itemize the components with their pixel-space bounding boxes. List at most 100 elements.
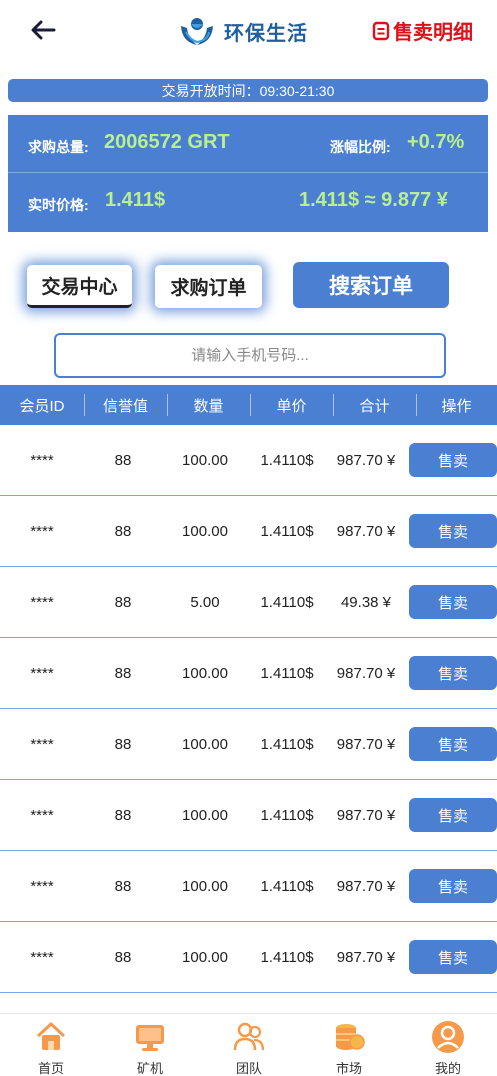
cell-credit: 88: [114, 452, 132, 469]
sell-button[interactable]: 售卖: [409, 798, 497, 832]
cell-total: 987.70 ¥: [336, 523, 396, 540]
cell-unit-price: 1.4110$: [260, 452, 314, 469]
column-header-credit: 信誉值: [102, 397, 148, 415]
back-button[interactable]: [28, 16, 58, 44]
nav-item-profile[interactable]: 我的: [408, 1014, 488, 1076]
table-row: **** 88 100.00 1.4110$ 987.70 ¥ 售卖: [0, 851, 497, 922]
cell-total: 987.70 ¥: [336, 878, 396, 895]
arrow-left-icon: [31, 20, 56, 40]
total-demand-label: 求购总量:: [28, 139, 89, 155]
nav-item-team[interactable]: 团队: [209, 1014, 289, 1076]
app-title: 环保生活: [224, 22, 308, 45]
table-row: **** 88 100.00 1.4110$ 987.70 ¥ 售卖: [0, 922, 497, 993]
price-conversion-value: 1.411$ ≈ 9.877 ¥: [299, 189, 448, 211]
sell-button[interactable]: 售卖: [409, 443, 497, 477]
nav-label-market: 市场: [335, 1061, 362, 1076]
orders-table-header: 会员ID 信誉值 数量 单价 合计 操作: [0, 385, 497, 425]
realtime-price-label: 实时价格:: [28, 197, 89, 213]
trading-hours-banner: 交易开放时间：09:30-21:30: [8, 79, 488, 102]
cell-credit: 88: [114, 594, 132, 611]
cell-credit: 88: [114, 736, 132, 753]
cell-quantity: 100.00: [182, 736, 228, 753]
market-stats-panel: 求购总量: 2006572 GRT 涨幅比例: +0.7% 实时价格: 1.41…: [8, 115, 488, 232]
cell-member-id: ****: [30, 949, 54, 966]
nav-label-home: 首页: [37, 1061, 64, 1076]
stats-divider: [8, 172, 488, 173]
cell-total: 987.70 ¥: [336, 665, 396, 682]
column-header-action: 操作: [441, 397, 472, 415]
cell-credit: 88: [114, 878, 132, 895]
bottom-nav: 首页 矿机 团队 市场 我的: [0, 1013, 497, 1076]
nav-label-miner: 矿机: [136, 1061, 163, 1076]
cell-unit-price: 1.4110$: [260, 807, 314, 824]
cell-quantity: 100.00: [182, 878, 228, 895]
sell-button[interactable]: 售卖: [409, 656, 497, 690]
cell-credit: 88: [114, 523, 132, 540]
table-row: **** 88 100.00 1.4110$ 987.70 ¥ 售卖: [0, 709, 497, 780]
cell-credit: 88: [114, 949, 132, 966]
home-icon: [36, 1022, 66, 1050]
table-row: **** 88 100.00 1.4110$ 987.70 ¥ 售卖: [0, 496, 497, 567]
cell-member-id: ****: [30, 878, 54, 895]
column-header-unit-price: 单价: [276, 397, 307, 415]
sell-button[interactable]: 售卖: [409, 585, 497, 619]
tab-trade-center[interactable]: 交易中心: [27, 265, 132, 308]
cell-total: 987.70 ¥: [336, 736, 396, 753]
table-row: **** 88 100.00 1.4110$ 987.70 ¥ 售卖: [0, 638, 497, 709]
table-row: **** 88 100.00 1.4110$ 987.70 ¥ 售卖: [0, 425, 497, 496]
cell-member-id: ****: [30, 736, 54, 753]
cell-member-id: ****: [30, 594, 54, 611]
coins-icon: [336, 1024, 365, 1050]
sell-button[interactable]: 售卖: [409, 727, 497, 761]
change-ratio-value: +0.7%: [407, 131, 465, 153]
table-row: **** 88 5.00 1.4110$ 49.38 ¥ 售卖: [0, 567, 497, 638]
document-icon: [372, 21, 390, 40]
tab-buy-orders[interactable]: 求购订单: [155, 265, 262, 308]
cell-total: 987.70 ¥: [336, 452, 396, 469]
nav-item-market[interactable]: 市场: [309, 1014, 389, 1076]
cell-member-id: ****: [30, 452, 54, 469]
cell-member-id: ****: [30, 665, 54, 682]
cell-unit-price: 1.4110$: [260, 949, 314, 966]
sell-button[interactable]: 售卖: [409, 940, 497, 974]
cell-unit-price: 1.4110$: [260, 523, 314, 540]
sales-detail-label: 售卖明细: [393, 22, 473, 44]
cell-total: 49.38 ¥: [340, 594, 392, 611]
cell-member-id: ****: [30, 807, 54, 824]
cell-credit: 88: [114, 665, 132, 682]
nav-item-miner[interactable]: 矿机: [110, 1014, 190, 1076]
total-demand-value: 2006572 GRT: [104, 131, 230, 153]
cell-credit: 88: [114, 807, 132, 824]
monitor-icon: [136, 1025, 164, 1051]
cell-quantity: 100.00: [182, 807, 228, 824]
cell-total: 987.70 ¥: [336, 949, 396, 966]
cell-unit-price: 1.4110$: [260, 878, 314, 895]
column-header-member-id: 会员ID: [19, 397, 65, 415]
cell-quantity: 100.00: [182, 523, 228, 540]
search-orders-button[interactable]: 搜索订单: [293, 262, 449, 308]
sales-detail-link[interactable]: 售卖明细: [372, 16, 473, 45]
table-row: **** 88 100.00 1.4110$ 987.70 ¥ 售卖: [0, 780, 497, 851]
profile-icon: [432, 1021, 464, 1053]
phone-search-input[interactable]: [54, 333, 446, 378]
sell-button[interactable]: 售卖: [409, 869, 497, 903]
column-header-total: 合计: [359, 397, 390, 415]
change-ratio-label: 涨幅比例:: [330, 139, 391, 155]
app-header: 环保生活 售卖明细: [0, 0, 497, 62]
team-icon: [233, 1022, 265, 1051]
nav-label-profile: 我的: [434, 1061, 461, 1076]
cell-quantity: 100.00: [182, 452, 228, 469]
cell-quantity: 5.00: [190, 594, 220, 611]
cell-unit-price: 1.4110$: [260, 594, 314, 611]
cell-unit-price: 1.4110$: [260, 665, 314, 682]
sell-button[interactable]: 售卖: [409, 514, 497, 548]
cell-total: 987.70 ¥: [336, 807, 396, 824]
brand: 环保生活: [178, 14, 308, 48]
nav-label-team: 团队: [235, 1061, 262, 1076]
realtime-price-value: 1.411$: [105, 189, 166, 211]
cell-unit-price: 1.4110$: [260, 736, 314, 753]
column-header-quantity: 数量: [193, 397, 224, 415]
eco-hands-logo: [181, 18, 213, 45]
cell-quantity: 100.00: [182, 665, 228, 682]
nav-item-home[interactable]: 首页: [11, 1014, 91, 1076]
